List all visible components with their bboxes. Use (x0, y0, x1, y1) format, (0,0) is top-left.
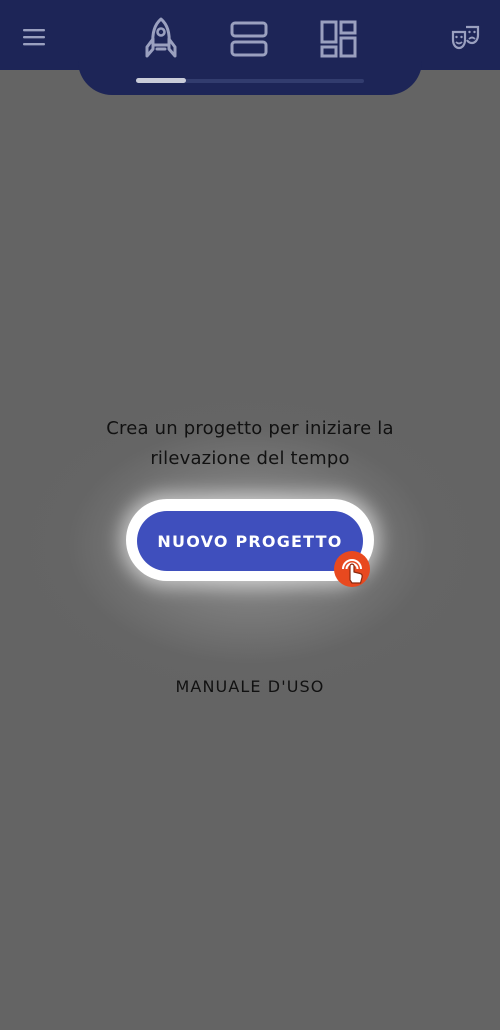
rocket-icon (145, 17, 177, 58)
list-view-icon (230, 21, 268, 57)
tab-projects[interactable] (136, 14, 186, 64)
dashboard-icon (320, 20, 357, 58)
theater-masks-icon (451, 25, 480, 50)
app-bar-notch (78, 60, 422, 95)
tab-dashboard[interactable] (314, 14, 364, 64)
hamburger-menu-icon (23, 29, 45, 46)
tab-list-view[interactable] (224, 14, 274, 64)
menu-button[interactable] (14, 18, 54, 56)
user-manual-link[interactable]: MANUALE D'USO (150, 672, 350, 702)
empty-state-message: Crea un progetto per iniziare la rilevaz… (106, 418, 394, 469)
tab-indicator-active (136, 78, 186, 83)
tap-hand-icon (333, 550, 373, 590)
theater-masks-button[interactable] (444, 16, 488, 60)
new-project-button[interactable]: NUOVO PROGETTO (137, 511, 363, 571)
